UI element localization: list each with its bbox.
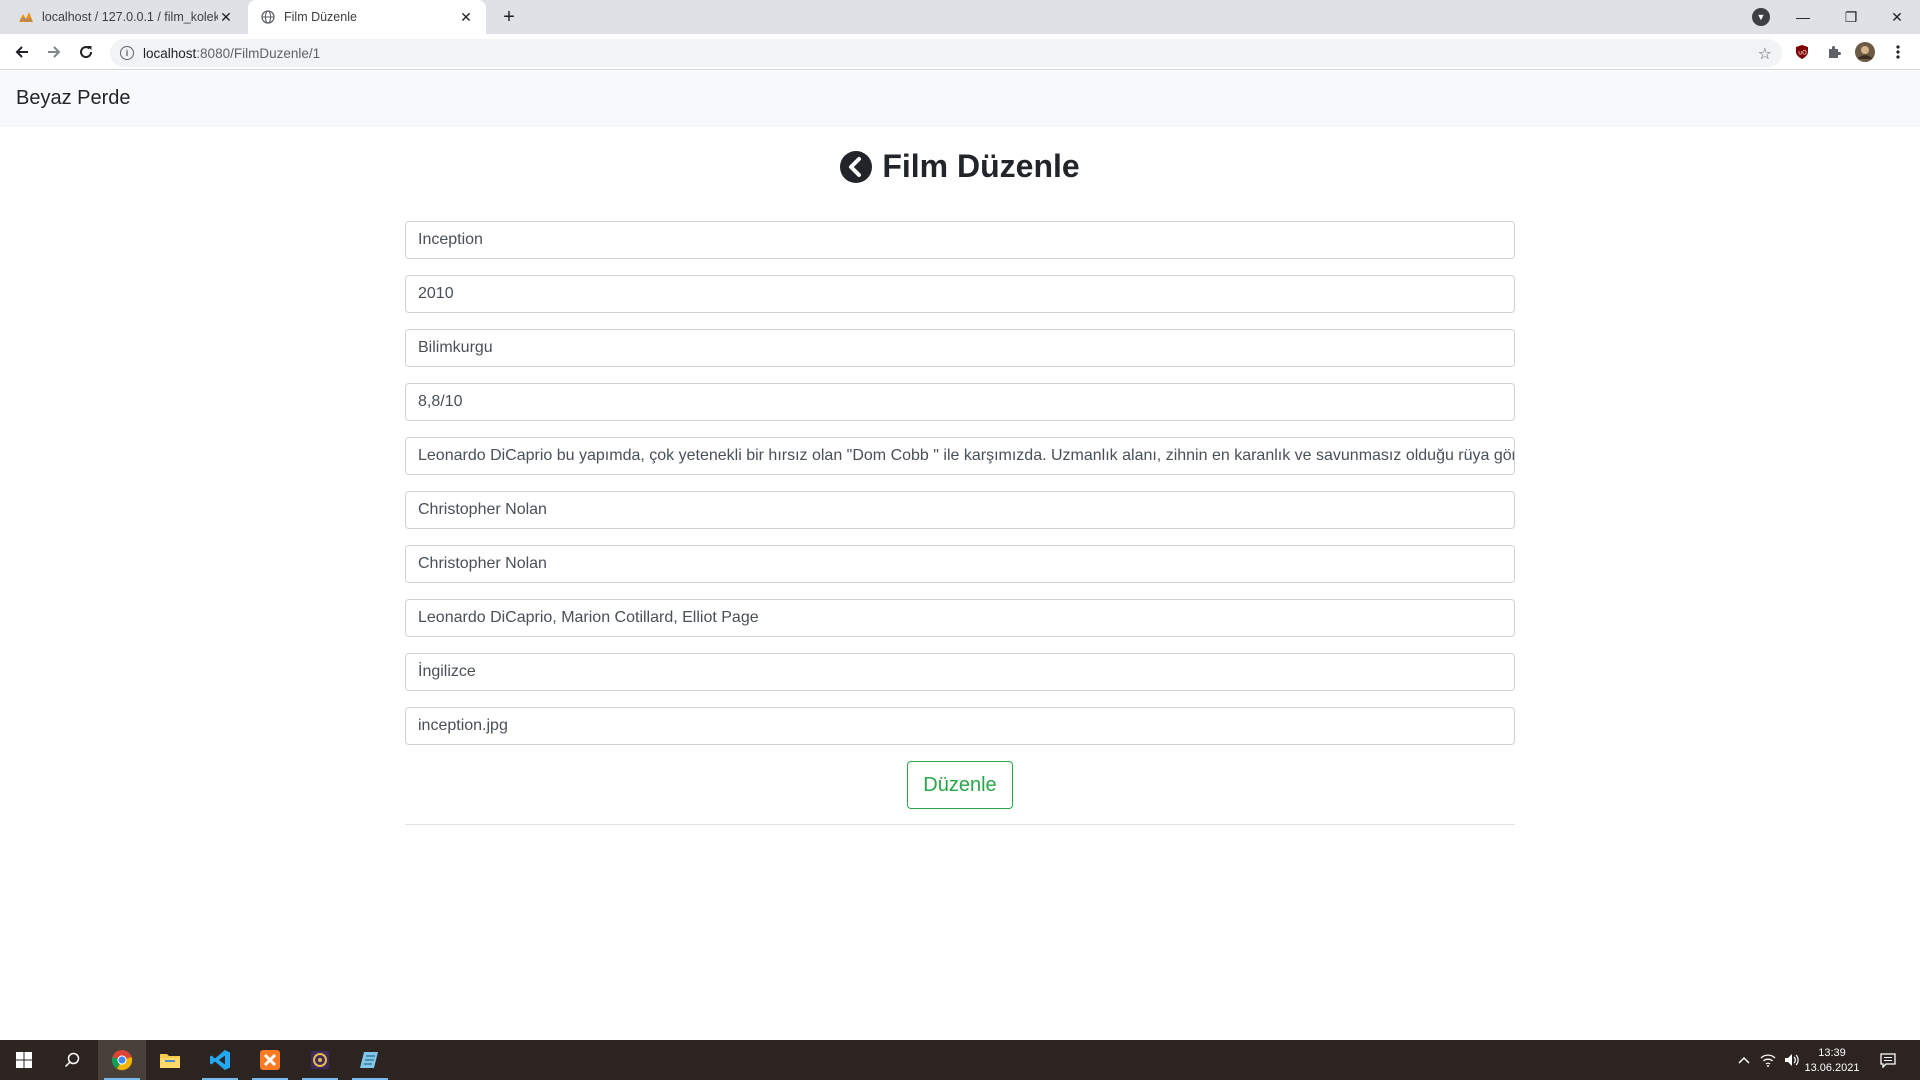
chevron-up-icon[interactable]: [1732, 1040, 1756, 1080]
ublock-extension-icon[interactable]: uO: [1792, 42, 1812, 62]
back-arrow-icon[interactable]: [8, 38, 36, 66]
chrome-icon[interactable]: [98, 1040, 146, 1080]
tab-search-icon[interactable]: ▼: [1752, 8, 1770, 26]
divider: [405, 824, 1515, 825]
tab-film-duzenle[interactable]: Film Düzenle ✕: [248, 0, 486, 34]
cast-field[interactable]: Leonardo DiCaprio, Marion Cotillard, Ell…: [405, 599, 1515, 637]
duzenle-button[interactable]: Düzenle: [907, 761, 1013, 809]
submit-wrapper: Düzenle: [405, 761, 1515, 809]
director-field[interactable]: Christopher Nolan: [405, 491, 1515, 529]
genre-field[interactable]: Bilimkurgu: [405, 329, 1515, 367]
system-clock[interactable]: 13:39 13.06.2021: [1802, 1046, 1862, 1076]
vscode-icon[interactable]: [196, 1040, 244, 1080]
globe-icon: [260, 9, 276, 25]
phpmyadmin-icon: PMA: [18, 9, 34, 25]
bookmark-star-icon[interactable]: ☆: [1758, 44, 1772, 64]
tab-title: localhost / 127.0.0.1 / film_koleksiyonu: [42, 10, 218, 24]
site-info-icon[interactable]: i: [120, 46, 134, 60]
extensions-puzzle-icon[interactable]: [1824, 42, 1844, 62]
clock-time: 13:39: [1818, 1047, 1846, 1059]
close-tab-icon[interactable]: ✕: [458, 9, 474, 25]
film-name-field[interactable]: Inception: [405, 221, 1515, 259]
address-bar[interactable]: i localhost:8080/FilmDuzenle/1 ☆: [110, 39, 1782, 67]
close-tab-icon[interactable]: ✕: [218, 9, 234, 25]
profile-avatar[interactable]: [1855, 42, 1875, 62]
notification-center-icon[interactable]: [1874, 1040, 1902, 1080]
game-icon[interactable]: [296, 1040, 344, 1080]
writer-field[interactable]: Christopher Nolan: [405, 545, 1515, 583]
restore-icon[interactable]: ❐: [1828, 0, 1874, 34]
year-field[interactable]: 2010: [405, 275, 1515, 313]
site-navbar: Beyaz Perde: [0, 71, 1920, 127]
notepad-icon[interactable]: [346, 1040, 394, 1080]
clock-date: 13.06.2021: [1804, 1062, 1860, 1074]
reload-icon[interactable]: [72, 38, 100, 66]
browser-toolbar: i localhost:8080/FilmDuzenle/1 ☆ uO: [0, 34, 1920, 70]
forward-arrow-icon[interactable]: [40, 38, 68, 66]
volume-icon[interactable]: [1780, 1040, 1804, 1080]
brand-link[interactable]: Beyaz Perde: [16, 87, 131, 110]
new-tab-button[interactable]: +: [498, 6, 520, 28]
film-edit-form: Inception 2010 Bilimkurgu 8,8/10 Leonard…: [405, 221, 1515, 825]
search-icon[interactable]: [48, 1040, 96, 1080]
language-field[interactable]: İngilizce: [405, 653, 1515, 691]
svg-text:PMA: PMA: [21, 18, 32, 23]
page-title: Film Düzenle: [882, 148, 1080, 184]
tab-phpmyadmin[interactable]: PMA localhost / 127.0.0.1 / film_koleksi…: [6, 0, 246, 34]
close-window-icon[interactable]: ✕: [1874, 0, 1920, 34]
browser-menu-icon[interactable]: [1888, 42, 1908, 62]
file-explorer-icon[interactable]: [146, 1040, 194, 1080]
wifi-icon[interactable]: [1756, 1040, 1780, 1080]
url-path: :8080/FilmDuzenle/1: [196, 45, 321, 61]
page-header: Film Düzenle: [0, 148, 1920, 185]
summary-field[interactable]: Leonardo DiCaprio bu yapımda, çok yetene…: [405, 437, 1515, 475]
tab-title: Film Düzenle: [284, 10, 357, 24]
browser-tab-strip: PMA localhost / 127.0.0.1 / film_koleksi…: [0, 0, 1920, 34]
image-field[interactable]: inception.jpg: [405, 707, 1515, 745]
minimize-icon[interactable]: —: [1780, 0, 1826, 34]
chevron-left-circle-icon[interactable]: [840, 150, 873, 183]
xampp-icon[interactable]: [246, 1040, 294, 1080]
windows-start-icon[interactable]: [0, 1040, 48, 1080]
rating-field[interactable]: 8,8/10: [405, 383, 1515, 421]
windows-taskbar: 13:39 13.06.2021: [0, 1040, 1920, 1080]
url-host: localhost: [143, 45, 197, 61]
svg-text:uO: uO: [1798, 50, 1807, 57]
